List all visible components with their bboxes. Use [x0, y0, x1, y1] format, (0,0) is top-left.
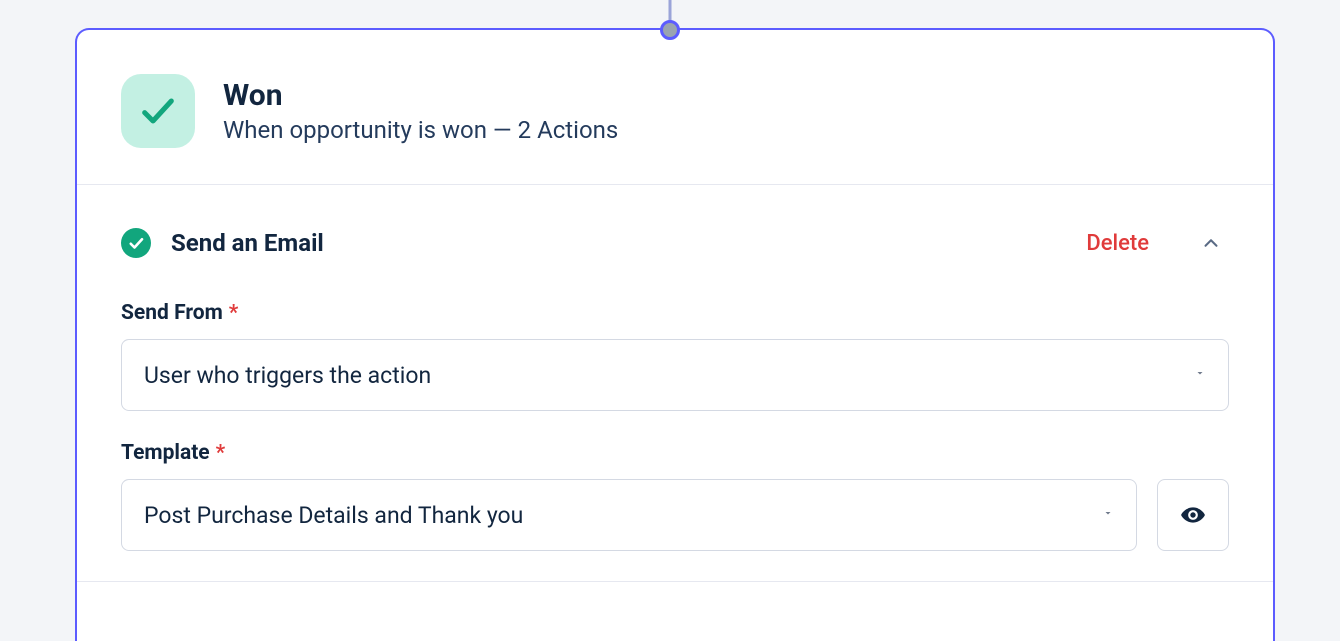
preview-button[interactable]	[1157, 479, 1229, 551]
send-from-label: Send From*	[121, 301, 1229, 325]
check-circle-icon	[127, 234, 145, 252]
label-text: Template	[121, 441, 210, 465]
action-header-left: Send an Email	[121, 228, 324, 258]
template-label: Template*	[121, 441, 1229, 465]
collapse-button[interactable]	[1193, 225, 1229, 261]
send-from-field: Send From* User who triggers the action	[121, 301, 1229, 411]
template-field: Template* Post Purchase Details and Than…	[121, 441, 1229, 551]
title-block: Won When opportunity is won — 2 Actions	[223, 78, 618, 144]
action-title: Send an Email	[171, 229, 324, 257]
chevron-up-icon	[1200, 232, 1222, 254]
caret-down-icon	[1194, 367, 1206, 383]
action-header-right: Delete	[1086, 225, 1229, 261]
check-icon	[138, 91, 178, 131]
select-value: User who triggers the action	[144, 362, 431, 389]
workflow-step-card: Won When opportunity is won — 2 Actions …	[75, 28, 1275, 641]
connector-node[interactable]	[660, 20, 680, 40]
status-badge	[121, 74, 195, 148]
card-title: Won	[223, 78, 618, 114]
action-status-icon	[121, 228, 151, 258]
template-select[interactable]: Post Purchase Details and Thank you	[121, 479, 1137, 551]
card-subtitle: When opportunity is won — 2 Actions	[223, 116, 618, 144]
label-text: Send From	[121, 301, 223, 325]
delete-button[interactable]: Delete	[1086, 231, 1149, 256]
send-from-select[interactable]: User who triggers the action	[121, 339, 1229, 411]
caret-down-icon	[1102, 507, 1114, 523]
select-value: Post Purchase Details and Thank you	[144, 502, 523, 529]
eye-icon	[1180, 502, 1206, 528]
card-header: Won When opportunity is won — 2 Actions	[77, 30, 1273, 185]
action-header: Send an Email Delete	[121, 225, 1229, 261]
action-section: Send an Email Delete Send From* User who…	[77, 185, 1273, 582]
required-marker: *	[216, 441, 226, 465]
required-marker: *	[229, 301, 239, 325]
